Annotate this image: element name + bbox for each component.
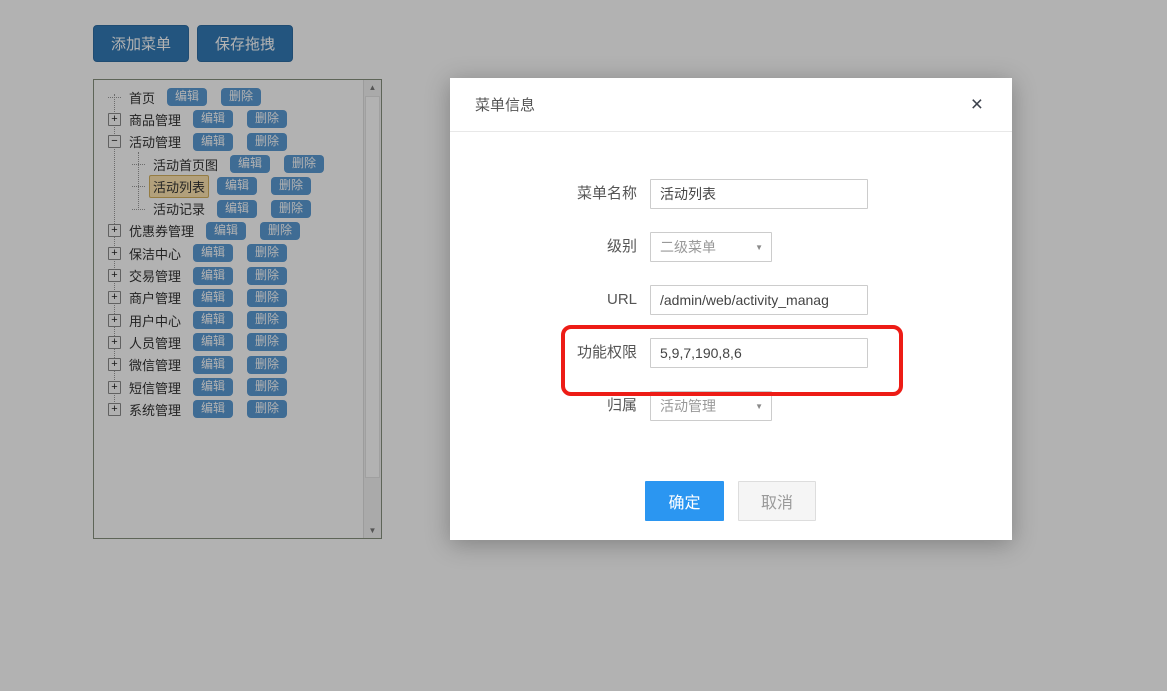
- chevron-down-icon: ▼: [755, 402, 763, 411]
- form-row-permission: 功能权限: [450, 338, 1012, 368]
- dialog-actions: 确定 取消: [645, 481, 816, 521]
- ok-button[interactable]: 确定: [645, 481, 724, 521]
- form-row-name: 菜单名称: [450, 179, 1012, 209]
- chevron-down-icon: ▼: [755, 243, 763, 252]
- url-label: URL: [450, 285, 637, 315]
- form-row-url: URL: [450, 285, 1012, 315]
- url-input[interactable]: [650, 285, 868, 315]
- form-row-parent: 归属 活动管理 ▼: [450, 391, 1012, 421]
- level-select-value: 二级菜单: [660, 237, 716, 257]
- permission-label: 功能权限: [450, 338, 637, 368]
- parent-select-value: 活动管理: [660, 396, 716, 416]
- dialog-header: 菜单信息 ×: [450, 78, 1012, 132]
- permission-input[interactable]: [650, 338, 868, 368]
- cancel-button[interactable]: 取消: [738, 481, 816, 521]
- menu-form: 菜单名称 级别 二级菜单 ▼ URL 功能权限 归属 活动管理 ▼: [450, 132, 1012, 421]
- level-label: 级别: [450, 232, 637, 262]
- parent-select[interactable]: 活动管理 ▼: [650, 391, 772, 421]
- menu-name-label: 菜单名称: [450, 179, 637, 209]
- form-row-level: 级别 二级菜单 ▼: [450, 232, 1012, 262]
- level-select[interactable]: 二级菜单 ▼: [650, 232, 772, 262]
- menu-info-dialog: 菜单信息 × 菜单名称 级别 二级菜单 ▼ URL 功能权限 归属 活动管理: [450, 78, 1012, 540]
- dialog-title: 菜单信息: [475, 94, 535, 115]
- parent-label: 归属: [450, 391, 637, 421]
- menu-name-input[interactable]: [650, 179, 868, 209]
- close-icon[interactable]: ×: [967, 94, 987, 115]
